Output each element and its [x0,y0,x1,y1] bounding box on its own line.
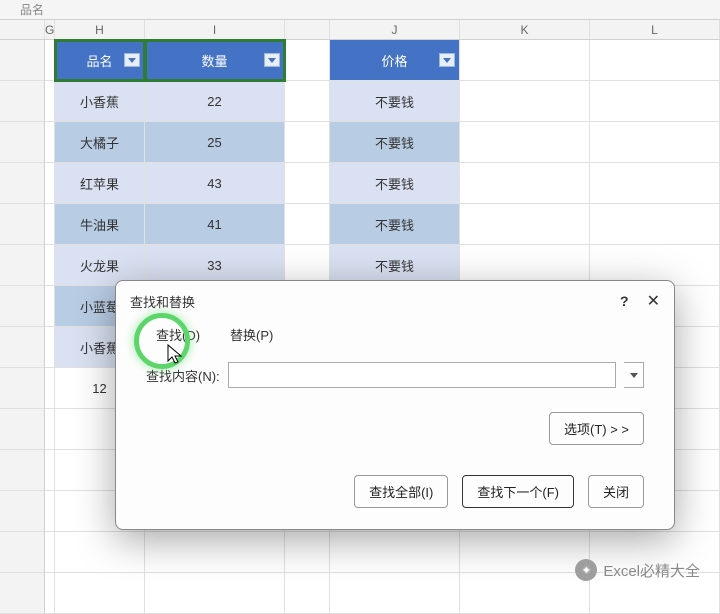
close-button[interactable]: 关闭 [588,475,644,508]
col-H[interactable]: H [55,20,145,39]
col-J[interactable]: J [330,20,460,39]
help-icon[interactable]: ? [620,293,629,309]
find-input[interactable] [228,362,616,388]
col-I-gap [285,20,330,39]
cell-name[interactable]: 大橘子 [55,122,145,163]
header-price[interactable]: 价格 [330,40,460,81]
formula-bar: 品名 [0,0,720,20]
cell-name[interactable]: 小香蕉 [55,81,145,122]
find-replace-dialog: 查找和替换 ? ✕ 查找(D) 替换(P) 查找内容(N): 选项(T) > >… [115,280,675,530]
col-I[interactable]: I [145,20,285,39]
col-G-edge: G [45,20,55,39]
cell-price[interactable]: 不要钱 [330,122,460,163]
find-next-button[interactable]: 查找下一个(F) [462,475,574,508]
cell-price[interactable]: 不要钱 [330,163,460,204]
dialog-buttons: 查找全部(I) 查找下一个(F) 关闭 [116,445,674,508]
dialog-tabs: 查找(D) 替换(P) [116,315,674,348]
filter-icon[interactable] [124,53,140,67]
watermark-text: Excel必精大全 [603,560,700,581]
formula-bar-text: 品名 [20,3,44,17]
filter-icon[interactable] [439,53,455,67]
cell-qty[interactable]: 22 [145,81,285,122]
find-label: 查找内容(N): [146,366,220,385]
dialog-titlebar[interactable]: 查找和替换 ? ✕ [116,281,674,315]
col-L[interactable]: L [590,20,720,39]
table-row: 小香蕉 22 不要钱 [0,81,720,122]
find-all-button[interactable]: 查找全部(I) [354,475,448,508]
col-gutter [0,20,45,39]
table-row: 牛油果 41 不要钱 [0,204,720,245]
column-headers: G H I J K L [0,20,720,40]
table-row: 红苹果 43 不要钱 [0,163,720,204]
cell-price[interactable]: 不要钱 [330,81,460,122]
close-icon[interactable]: ✕ [647,291,660,311]
table-header-row: 品名 数量 价格 [0,40,720,81]
cell-price[interactable]: 不要钱 [330,204,460,245]
cell-name[interactable]: 红苹果 [55,163,145,204]
cell-qty[interactable]: 43 [145,163,285,204]
dialog-title: 查找和替换 [130,292,195,311]
header-name[interactable]: 品名 [55,40,145,81]
options-button[interactable]: 选项(T) > > [549,412,644,445]
col-K[interactable]: K [460,20,590,39]
find-history-dropdown[interactable] [624,362,644,388]
table-row: 大橘子 25 不要钱 [0,122,720,163]
wechat-icon: ✦ [575,559,597,581]
cell-qty[interactable]: 25 [145,122,285,163]
tab-find[interactable]: 查找(D) [146,321,210,348]
cell-qty[interactable]: 41 [145,204,285,245]
watermark: ✦ Excel必精大全 [575,559,700,581]
tab-replace[interactable]: 替换(P) [220,321,283,348]
cell-name[interactable]: 牛油果 [55,204,145,245]
find-field-row: 查找内容(N): [116,348,674,388]
filter-icon[interactable] [264,53,280,67]
header-qty[interactable]: 数量 [145,40,285,81]
